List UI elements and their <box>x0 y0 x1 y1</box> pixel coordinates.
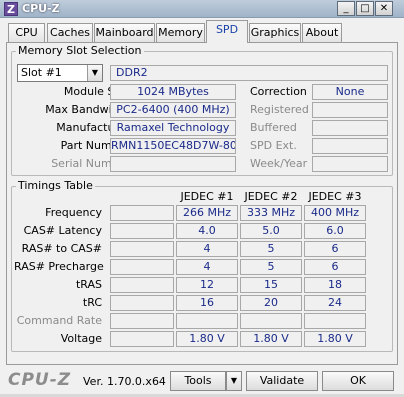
timings-cell: 4 <box>176 241 238 257</box>
tools-dropdown-button[interactable]: ▼ <box>226 371 242 391</box>
timings-row-label: RAS# Precharge <box>14 260 104 273</box>
timings-row-label: tRC <box>82 296 102 309</box>
memory-type-field: DDR2 <box>110 65 388 81</box>
serial-number-field <box>110 156 236 172</box>
timings-cell: 16 <box>176 295 238 311</box>
timings-cell: 1.80 V <box>176 331 238 347</box>
spd-ext-field <box>312 138 388 154</box>
week-year-label: Week/Year <box>250 157 308 170</box>
max-bandwidth-field: PC2-6400 (400 MHz) <box>110 102 236 118</box>
timings-cell: 1.80 V <box>304 331 366 347</box>
timings-row-label: Frequency <box>45 206 102 219</box>
memory-slot-group-title: Memory Slot Selection <box>16 44 144 57</box>
manufacturer-field: Ramaxel Technology <box>110 120 236 136</box>
tab-graphics[interactable]: Graphics <box>249 23 301 42</box>
chevron-down-icon[interactable]: ▼ <box>87 65 102 81</box>
timings-row-label: RAS# to CAS# <box>21 242 102 255</box>
timings-column-header: JEDEC #1 <box>180 190 234 203</box>
correction-label: Correction <box>250 85 307 98</box>
cpuz-app-icon: Z <box>4 2 18 16</box>
timings-cell: 4.0 <box>176 223 238 239</box>
timings-blank-cell <box>110 313 174 329</box>
minimize-button[interactable]: _ <box>337 1 355 16</box>
maximize-button[interactable]: □ <box>356 1 374 16</box>
week-year-field <box>312 156 388 172</box>
timings-blank-cell <box>110 259 174 275</box>
timings-cell: 6 <box>304 259 366 275</box>
tab-memory[interactable]: Memory <box>156 23 205 42</box>
close-button[interactable]: ✕ <box>375 1 393 16</box>
slot-select-value: Slot #1 <box>21 66 62 79</box>
timings-column-header: JEDEC #2 <box>244 190 298 203</box>
timings-cell: 6.0 <box>304 223 366 239</box>
timings-blank-cell <box>110 241 174 257</box>
timings-blank-cell <box>110 295 174 311</box>
timings-row-label: CAS# Latency <box>23 224 102 237</box>
ok-button[interactable]: OK <box>322 371 394 391</box>
timings-cell: 15 <box>240 277 302 293</box>
close-icon: ✕ <box>379 3 389 14</box>
timings-cell: 1.80 V <box>240 331 302 347</box>
part-number-field: RMN1150EC48D7W-800 <box>110 138 236 154</box>
timings-cell: 266 MHz <box>176 205 238 221</box>
registered-field <box>312 102 388 118</box>
timings-row-label: Command Rate <box>16 314 102 327</box>
timings-cell: 333 MHz <box>240 205 302 221</box>
timings-cell: 18 <box>304 277 366 293</box>
spd-ext-label: SPD Ext. <box>250 139 297 152</box>
chevron-down-icon: ▼ <box>230 376 238 385</box>
timings-cell: 20 <box>240 295 302 311</box>
tools-button[interactable]: Tools <box>170 371 226 391</box>
timings-cell: 5.0 <box>240 223 302 239</box>
module-size-field: 1024 MBytes <box>110 84 236 100</box>
timings-cell: 5 <box>240 241 302 257</box>
tab-mainboard[interactable]: Mainboard <box>94 23 155 42</box>
timings-cell: 4 <box>176 259 238 275</box>
timings-group-title: Timings Table <box>16 179 95 192</box>
validate-button[interactable]: Validate <box>246 371 318 391</box>
maximize-icon: □ <box>360 3 370 14</box>
timings-row-label: tRAS <box>75 278 102 291</box>
timings-row-label: Voltage <box>60 332 102 345</box>
correction-field: None <box>312 84 388 100</box>
version-label: Ver. 1.70.0.x64 <box>83 375 166 388</box>
timings-blank-cell <box>110 205 174 221</box>
timings-cell: 6 <box>304 241 366 257</box>
minimize-icon: _ <box>343 3 349 14</box>
buffered-field <box>312 120 388 136</box>
timings-cell: 12 <box>176 277 238 293</box>
buffered-label: Buffered <box>250 121 297 134</box>
timings-cell: 5 <box>240 259 302 275</box>
tab-spd[interactable]: SPD <box>206 20 248 43</box>
registered-label: Registered <box>250 103 309 116</box>
window-title: CPU-Z <box>22 2 60 15</box>
timings-blank-cell <box>110 277 174 293</box>
timings-cell <box>304 313 366 329</box>
timings-cell <box>240 313 302 329</box>
cpuz-logo: CPU-Z <box>8 370 72 390</box>
timings-column-header: JEDEC #3 <box>308 190 362 203</box>
tab-about[interactable]: About <box>302 23 342 42</box>
timings-cell: 400 MHz <box>304 205 366 221</box>
tab-caches[interactable]: Caches <box>47 23 93 42</box>
timings-blank-cell <box>110 331 174 347</box>
timings-blank-cell <box>110 223 174 239</box>
tab-cpu[interactable]: CPU <box>8 23 45 42</box>
timings-cell <box>176 313 238 329</box>
timings-cell: 24 <box>304 295 366 311</box>
